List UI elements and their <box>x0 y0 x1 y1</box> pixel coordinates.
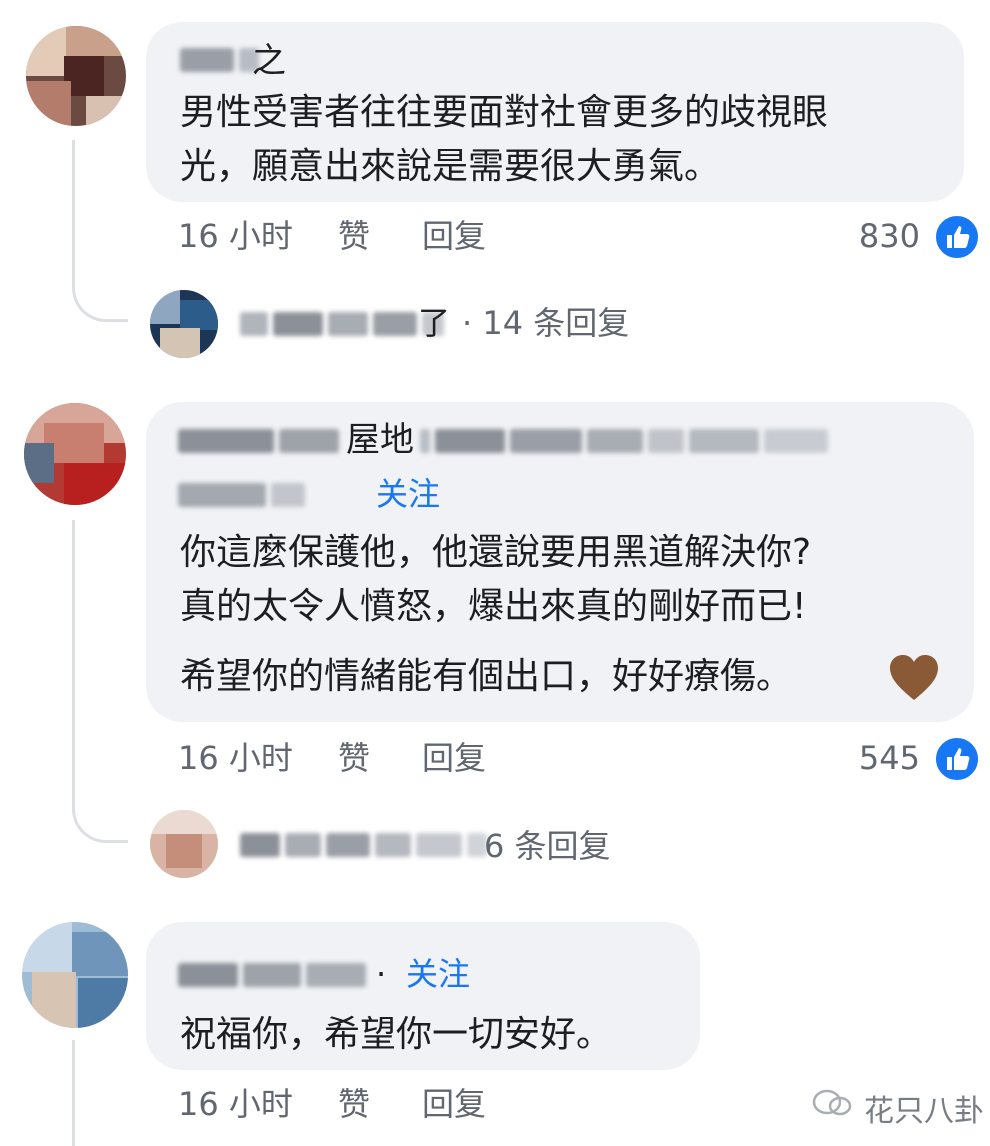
like-count[interactable]: 545 <box>840 738 920 778</box>
comment-time[interactable]: 16 小时 <box>178 216 293 256</box>
view-replies-link[interactable]: · 14 条回复 <box>462 303 629 343</box>
like-thumb-icon <box>933 213 981 261</box>
thread-line <box>72 520 75 765</box>
comment-text-line: 希望你的情緒能有個出口，好好療傷。 <box>180 656 793 697</box>
follow-button[interactable]: 关注 <box>406 954 470 994</box>
reply-button[interactable]: 回复 <box>422 216 486 256</box>
comment-time[interactable]: 16 小时 <box>178 738 293 778</box>
reply-button[interactable]: 回复 <box>422 1084 486 1124</box>
comment-text-line: 真的太令人憤怒，爆出來真的剛好而已! <box>180 586 807 627</box>
avatar[interactable] <box>22 922 128 1028</box>
comment-text-line: 你這麼保護他，他還說要用黑道解決你? <box>180 532 812 573</box>
reply-author-blurred[interactable] <box>240 311 444 337</box>
thread-connector <box>72 765 128 843</box>
thread-line <box>72 140 75 250</box>
watermark-logo-icon <box>812 1086 852 1128</box>
watermark-text: 花只八卦 <box>864 1094 984 1129</box>
author-name-fragment[interactable]: 屋地 <box>346 420 414 460</box>
comment-text-line: 祝福你，希望你一切安好。 <box>180 1014 613 1055</box>
author-name-fragment[interactable]: 之 <box>252 41 286 81</box>
like-count[interactable]: 830 <box>840 216 920 256</box>
comment-text-line: 光，願意出來說是需要很大勇氣。 <box>180 146 721 187</box>
author-name-blurred[interactable] <box>180 47 259 73</box>
avatar[interactable] <box>150 290 218 358</box>
author-name-blurred[interactable] <box>178 482 305 508</box>
avatar[interactable] <box>24 403 126 505</box>
author-name-blurred[interactable] <box>178 428 339 454</box>
avatar[interactable] <box>150 810 218 878</box>
like-button[interactable]: 赞 <box>338 1084 370 1124</box>
follow-button[interactable]: 关注 <box>376 474 440 514</box>
author-name-blurred[interactable] <box>178 962 366 988</box>
comment-time[interactable]: 16 小时 <box>178 1084 293 1124</box>
reply-author-blurred[interactable] <box>240 832 487 858</box>
like-thumb-icon <box>933 735 981 783</box>
comment-text-line: 男性受害者往往要面對社會更多的歧視眼 <box>180 92 829 133</box>
separator-dot: · <box>376 955 387 993</box>
reply-button[interactable]: 回复 <box>422 738 486 778</box>
author-name-blurred[interactable] <box>420 428 828 454</box>
thread-connector <box>72 250 128 322</box>
reply-author-fragment[interactable]: 了 <box>418 303 450 343</box>
view-replies-link[interactable]: 6 条回复 <box>484 826 611 866</box>
like-button[interactable]: 赞 <box>338 738 370 778</box>
brown-heart-emoji <box>888 654 940 706</box>
avatar[interactable] <box>26 26 126 126</box>
thread-line <box>72 1040 75 1146</box>
like-button[interactable]: 赞 <box>338 216 370 256</box>
